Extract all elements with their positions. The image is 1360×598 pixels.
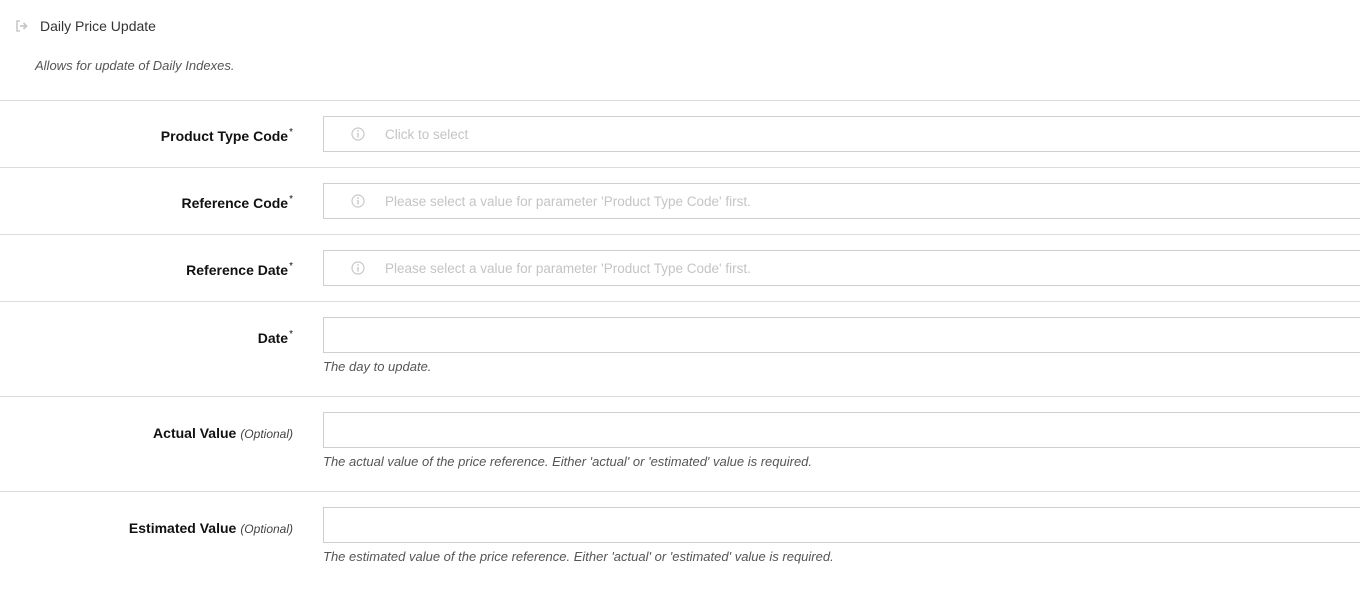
reference-date-select[interactable]: Please select a value for parameter 'Pro… [323,250,1360,286]
required-mark: * [289,127,293,138]
field-label: Reference Code* [181,194,294,211]
page-header: Daily Price Update Allows for update of … [0,0,1360,101]
field-label-text: Reference Code [181,195,289,211]
form-row-product-type-code: Product Type Code* Click to select [0,101,1360,168]
form-row-reference-code: Reference Code* Please select a value fo… [0,168,1360,235]
field-help-text: The actual value of the price reference.… [323,454,813,469]
form-row-estimated-value: Estimated Value (Optional) The estimated … [0,492,1360,598]
required-mark: * [289,194,293,205]
field-help-text: The estimated value of the price referen… [323,549,834,564]
form-row-date: Date* The day to update. [0,302,1360,397]
required-mark: * [289,329,293,340]
reference-code-select[interactable]: Please select a value for parameter 'Pro… [323,183,1360,219]
required-mark: * [289,261,293,272]
field-label-text: Product Type Code [160,128,289,144]
date-input[interactable] [323,317,1360,353]
field-label-text: Date [257,330,289,346]
field-label-text: Actual Value [153,425,237,441]
page-description: Allows for update of Daily Indexes. [35,58,235,73]
optional-tag: (Optional) [240,522,293,536]
estimated-value-input[interactable] [323,507,1360,543]
form-row-reference-date: Reference Date* Please select a value fo… [0,235,1360,302]
sign-out-icon [15,19,29,33]
field-label-text: Reference Date [186,262,289,278]
info-icon [351,261,365,275]
info-icon [351,194,365,208]
field-label: Product Type Code* [160,127,293,144]
optional-tag: (Optional) [240,427,293,441]
select-placeholder: Please select a value for parameter 'Pro… [385,260,751,276]
product-type-code-select[interactable]: Click to select [323,116,1360,152]
field-help-text: The day to update. [323,359,432,374]
field-label: Reference Date* [186,261,293,278]
select-placeholder: Click to select [385,126,469,142]
field-label-text: Estimated Value [128,520,237,536]
info-icon [351,127,365,141]
field-label: Actual Value (Optional) [153,425,293,441]
title-row: Daily Price Update [15,17,156,35]
form-row-actual-value: Actual Value (Optional) The actual value … [0,397,1360,492]
actual-value-input[interactable] [323,412,1360,448]
field-label: Estimated Value (Optional) [129,520,293,536]
field-label: Date* [257,329,293,346]
page-title: Daily Price Update [40,18,156,34]
select-placeholder: Please select a value for parameter 'Pro… [385,193,751,209]
